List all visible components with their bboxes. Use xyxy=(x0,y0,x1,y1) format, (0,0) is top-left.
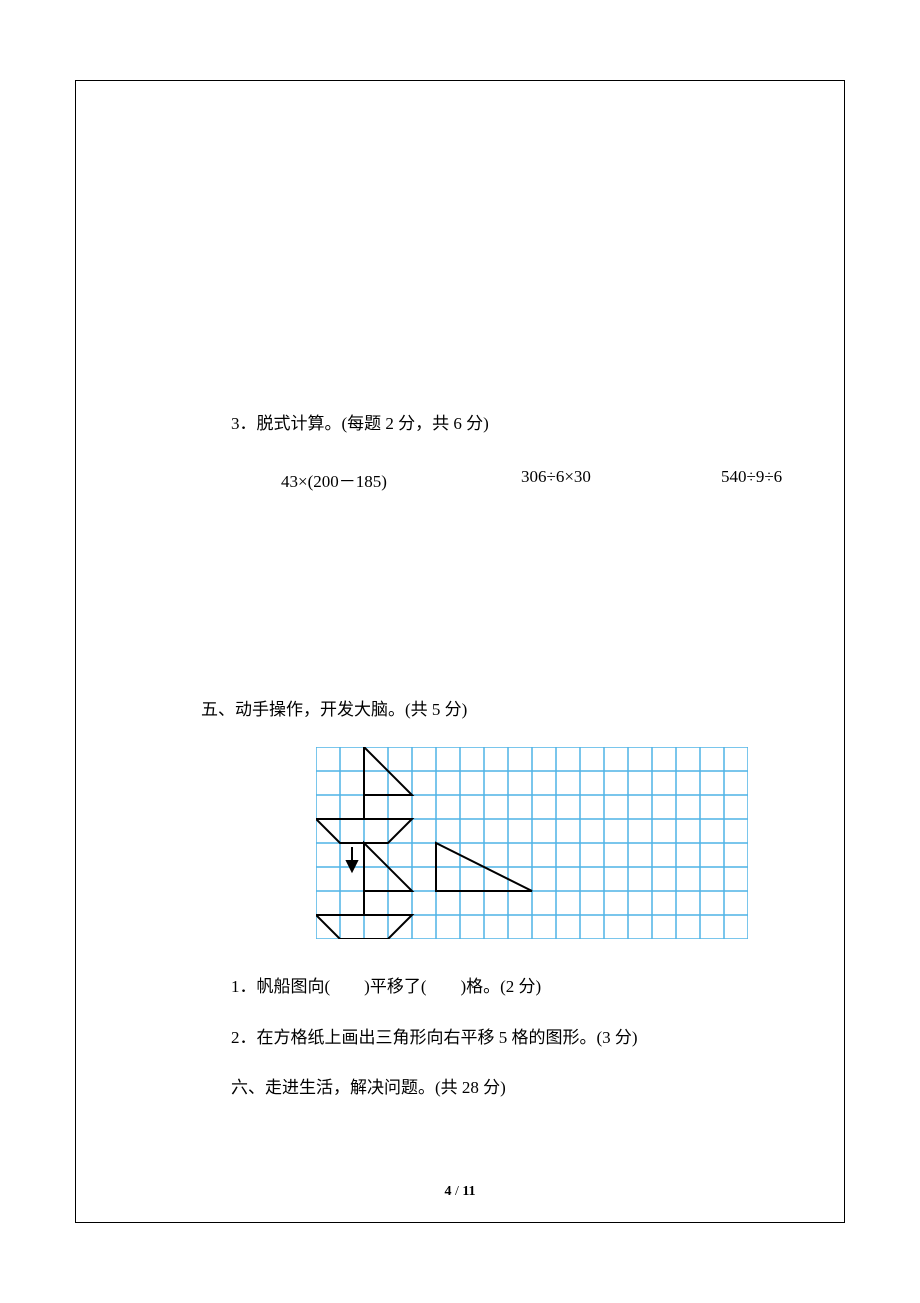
section-6-title: 六、走进生活，解决问题。(共 28 分) xyxy=(231,1075,871,1101)
page-number: 4 / 11 xyxy=(76,1184,844,1200)
grid-figure xyxy=(316,747,871,944)
expression-row: 43×(200－185) 306÷6×30 540÷9÷6 xyxy=(281,467,871,492)
section-5-title: 五、动手操作，开发大脑。(共 5 分) xyxy=(201,697,871,723)
page-border: 3．脱式计算。(每题 2 分，共 6 分) 43×(200－185) 306÷6… xyxy=(75,80,845,1223)
expression-1: 43×(200－185) xyxy=(281,467,521,492)
grid-svg xyxy=(316,747,748,939)
section-5-q2: 2．在方格纸上画出三角形向右平移 5 格的图形。(3 分) xyxy=(231,1025,871,1051)
expression-3: 540÷9÷6 xyxy=(721,467,782,492)
section-5-q1: 1．帆船图向( )平移了( )格。(2 分) xyxy=(231,974,871,1000)
expression-2: 306÷6×30 xyxy=(521,467,721,492)
page-slash: / xyxy=(451,1184,462,1199)
content-area: 3．脱式计算。(每题 2 分，共 6 分) 43×(200－185) 306÷6… xyxy=(231,411,871,1101)
page-total: 11 xyxy=(462,1184,475,1199)
question-3-title: 3．脱式计算。(每题 2 分，共 6 分) xyxy=(231,411,871,437)
